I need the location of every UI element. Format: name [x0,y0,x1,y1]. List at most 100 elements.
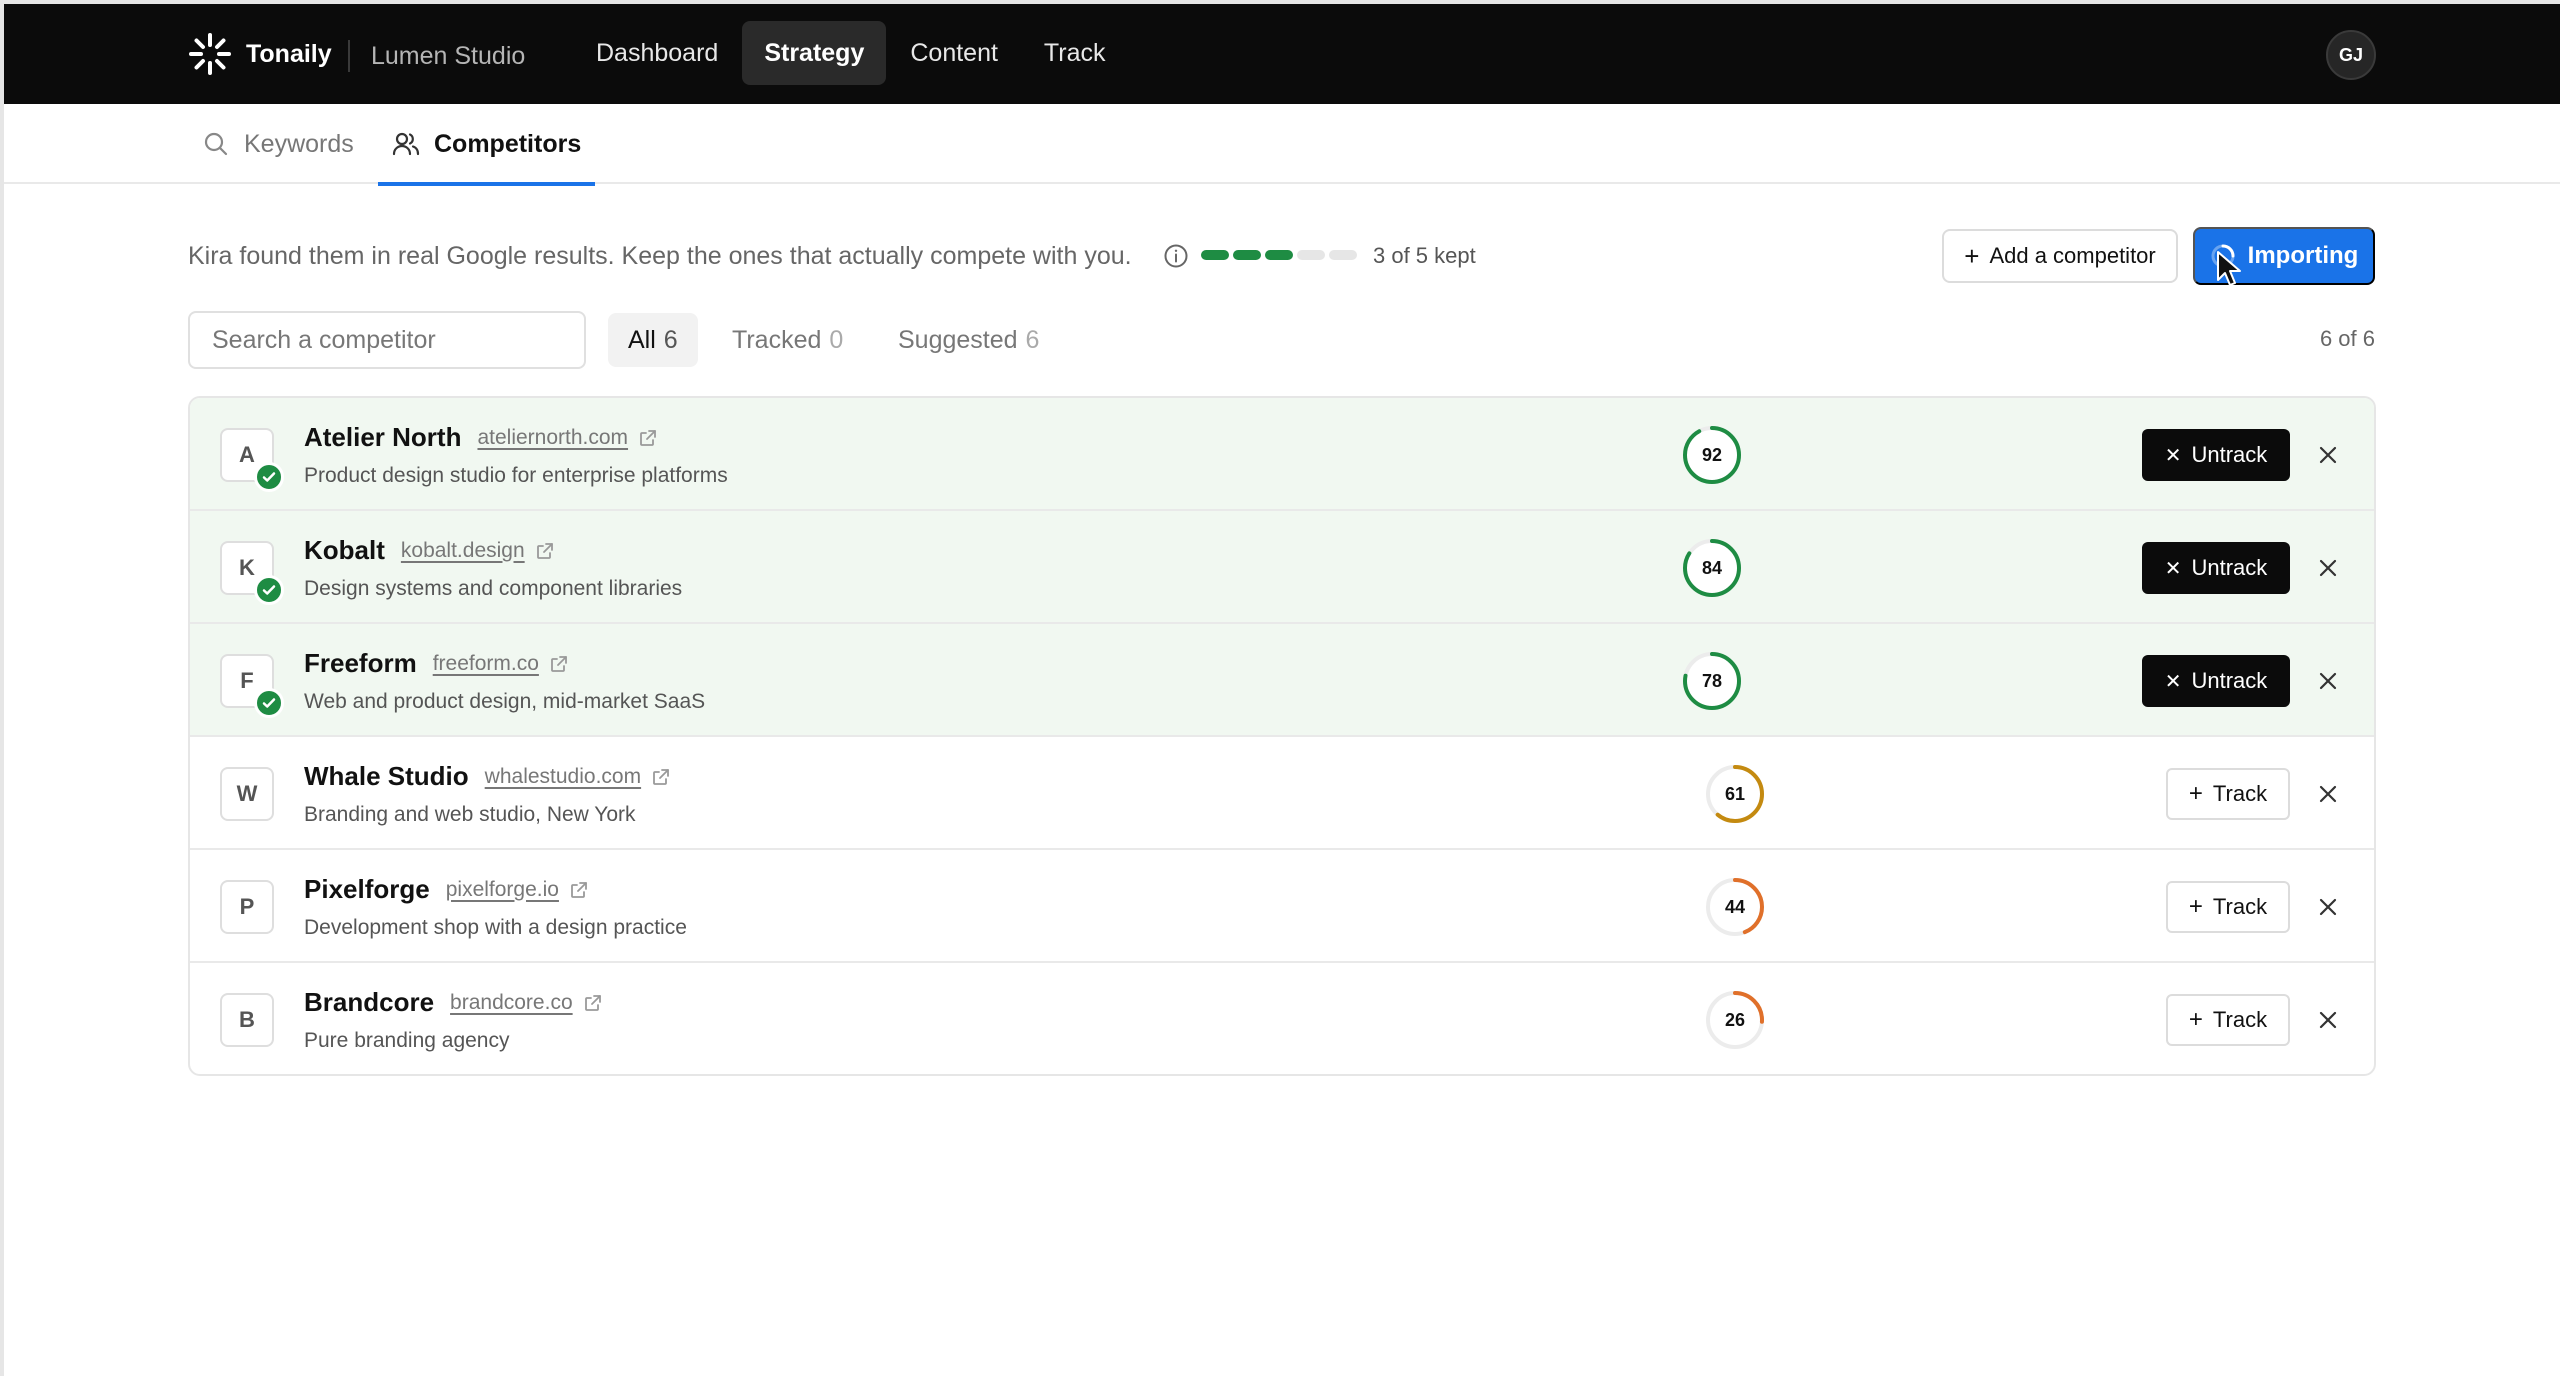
score-value: 26 [1724,1009,1746,1030]
relevance-score-ring: 78 [1679,648,1745,714]
track-button[interactable]: + Track [2166,994,2290,1046]
close-icon [2319,559,2337,577]
tab-keywords[interactable]: Keywords [202,104,354,184]
kept-progress-bar [1201,250,1361,260]
competitor-initial: B [220,993,274,1047]
plus-icon: + [2188,893,2203,920]
competitor-table: A Atelier North ateliernorth.com Product de… [188,396,2376,1076]
dismiss-button[interactable] [2312,1004,2344,1036]
dismiss-button[interactable] [2312,778,2344,810]
competitor-name: Atelier North ateliernorth.com [304,422,658,453]
competitor-initial: W [220,767,274,821]
filter-all-label: All [628,326,656,354]
competitor-name: Whale Studio whalestudio.com [304,761,671,792]
competitor-name-text: Atelier North [304,422,462,452]
track-button[interactable]: + Track [2166,881,2290,933]
relevance-score-ring: 61 [1702,761,1768,827]
competitor-domain-link[interactable]: ateliernorth.com [477,426,628,450]
filter-all-count: 6 [663,326,678,354]
plus-icon: + [2188,780,2203,807]
competitor-row: A Atelier North ateliernorth.com Product de… [190,398,2374,511]
external-link-icon[interactable] [638,428,658,448]
competitor-description: Branding and web studio, New York [304,803,636,826]
filter-tracked[interactable]: Tracked 0 [712,313,863,367]
tracked-check-badge [254,688,284,718]
top-navigation-bar: Tonaily Lumen Studio Dashboard Strategy … [4,4,2560,104]
info-icon[interactable] [1163,243,1189,269]
competitor-name-text: Brandcore [304,987,435,1017]
untrack-button[interactable]: ✕ Untrack [2142,655,2290,707]
external-link-icon[interactable] [535,541,555,561]
filter-all[interactable]: All 6 [608,313,698,367]
external-link-icon[interactable] [651,767,671,787]
dismiss-button[interactable] [2312,439,2344,471]
search-competitor-input[interactable] [188,311,586,369]
track-label: Track [2212,781,2268,806]
competitor-domain-link[interactable]: brandcore.co [450,991,573,1015]
dismiss-button[interactable] [2312,891,2344,923]
competitor-row: P Pixelforge pixelforge.io Development shop… [190,850,2374,963]
competitor-domain-link[interactable]: kobalt.design [401,539,525,563]
search-icon [204,132,228,156]
score-value: 78 [1701,670,1723,691]
tab-competitors[interactable]: Competitors [378,104,596,186]
competitor-domain-link[interactable]: whalestudio.com [485,765,641,789]
main-nav: Dashboard Strategy Content Track [574,21,1130,85]
competitor-name: Kobalt kobalt.design [304,535,555,566]
competitor-name: Brandcore brandcore.co [304,987,603,1018]
brand-name: Tonaily [246,39,332,68]
tab-keywords-label: Keywords [244,129,354,158]
nav-item-content[interactable]: Content [888,21,1020,85]
external-link-icon[interactable] [549,654,569,674]
score-value: 61 [1724,783,1746,804]
nav-item-strategy[interactable]: Strategy [742,21,887,85]
brand[interactable]: Tonaily [188,32,332,76]
brand-logo-icon [189,33,231,75]
active-tab-indicator [378,182,596,186]
importing-label: Importing [2247,242,2359,269]
progress-segment [1329,250,1357,260]
nav-item-track[interactable]: Track [1022,21,1128,85]
filter-suggested-count: 6 [1025,326,1040,354]
competitor-initial: P [220,880,274,934]
add-competitor-button[interactable]: + Add a competitor [1942,229,2178,283]
tracked-check-badge [254,575,284,605]
competitor-name-text: Pixelforge [304,874,430,904]
progress-segment [1233,250,1261,260]
check-icon [262,585,276,595]
dismiss-button[interactable] [2312,552,2344,584]
competitor-description: Pure branding agency [304,1029,510,1052]
competitor-name-text: Kobalt [304,535,385,565]
close-icon: ✕ [2164,444,2182,467]
competitor-description: Product design studio for enterprise pla… [304,464,728,487]
competitor-description: Design systems and component libraries [304,577,683,600]
external-link-icon[interactable] [569,880,589,900]
window-border-left [0,0,4,1376]
competitor-row: K Kobalt kobalt.design Design systems and c… [190,511,2374,624]
filter-tracked-count: 0 [829,326,844,354]
competitor-domain-link[interactable]: pixelforge.io [446,878,559,902]
intro-text: Kira found them in real Google results. … [188,242,1132,270]
plus-icon: + [2188,1006,2203,1033]
check-icon [262,472,276,482]
nav-item-dashboard[interactable]: Dashboard [574,21,740,85]
track-button[interactable]: + Track [2166,768,2290,820]
dismiss-button[interactable] [2312,665,2344,697]
close-icon: ✕ [2164,670,2182,693]
filter-suggested[interactable]: Suggested 6 [878,313,1059,367]
close-icon [2319,785,2337,803]
brand-divider [348,40,350,72]
workspace-name[interactable]: Lumen Studio [371,40,525,72]
untrack-label: Untrack [2191,442,2268,467]
user-avatar[interactable]: GJ [2326,30,2376,80]
untrack-button[interactable]: ✕ Untrack [2142,542,2290,594]
close-icon: ✕ [2164,557,2182,580]
competitor-row: B Brandcore brandcore.co Pure branding agen… [190,963,2374,1074]
filter-suggested-label: Suggested [898,326,1018,354]
untrack-button[interactable]: ✕ Untrack [2142,429,2290,481]
relevance-score-ring: 92 [1679,422,1745,488]
external-link-icon[interactable] [583,993,603,1013]
competitor-description: Web and product design, mid-market SaaS [304,690,706,713]
competitor-domain-link[interactable]: freeform.co [433,652,539,676]
tab-competitors-label: Competitors [434,129,582,158]
